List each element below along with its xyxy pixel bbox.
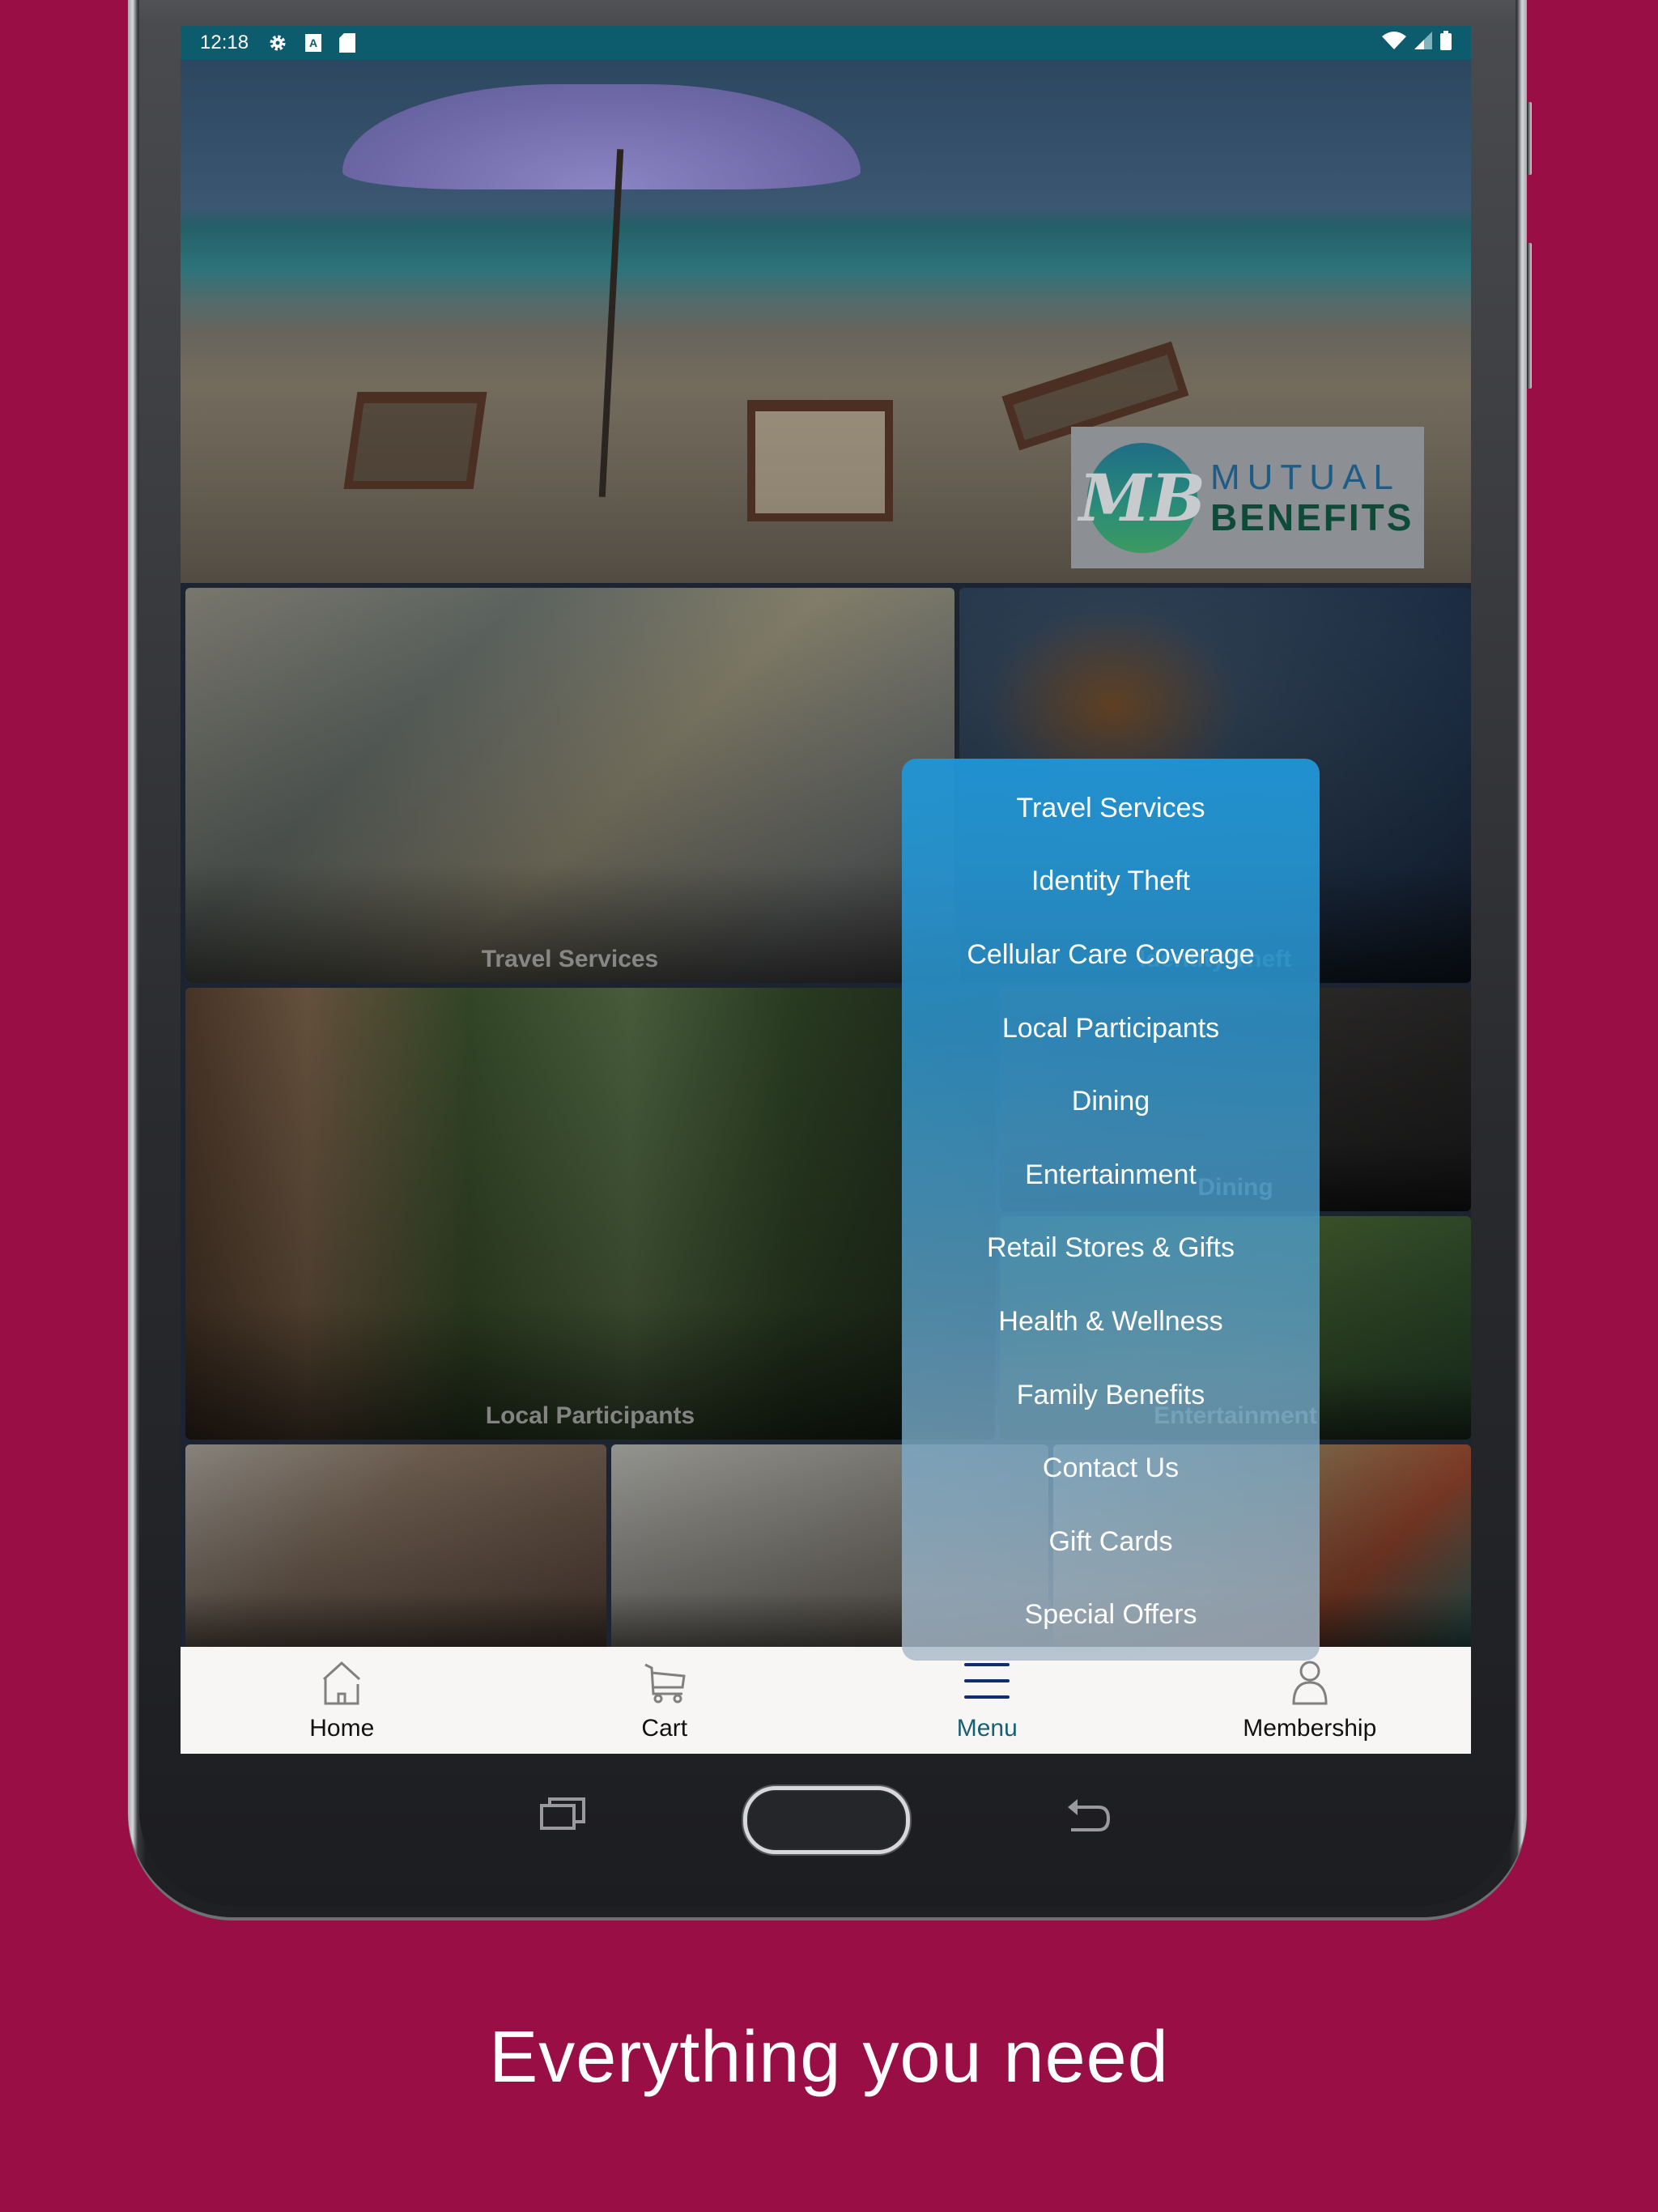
svg-text:A: A <box>309 36 317 49</box>
menu-list: Travel Services Identity Theft Cellular … <box>902 759 1320 1652</box>
logo-line-2: BENEFITS <box>1210 496 1414 538</box>
settings-gear-icon <box>268 33 287 53</box>
umbrella-pole <box>598 149 624 497</box>
status-bar: 12:18 A <box>181 26 1471 60</box>
menu-item-retail-stores-gifts[interactable]: Retail Stores & Gifts <box>902 1212 1320 1286</box>
beach-chair-image <box>747 400 893 521</box>
beach-umbrella-image <box>342 84 861 189</box>
home-hardware-button[interactable] <box>743 1786 910 1854</box>
menu-item-special-offers[interactable]: Special Offers <box>902 1579 1320 1653</box>
power-button <box>1527 243 1532 389</box>
mutual-benefits-logo: MB MUTUAL BENEFITS <box>1071 427 1424 568</box>
hero-banner: MB MUTUAL BENEFITS <box>181 60 1471 583</box>
cell-signal-icon <box>1414 31 1432 55</box>
volume-button <box>1527 102 1532 175</box>
tile-family-benefits[interactable] <box>185 1444 606 1655</box>
recent-apps-button[interactable] <box>538 1796 587 1831</box>
bottom-navigation-bar: Home Cart Menu Membership <box>181 1647 1471 1754</box>
menu-item-contact-us[interactable]: Contact Us <box>902 1431 1320 1505</box>
logo-line-1: MUTUAL <box>1210 457 1401 497</box>
wifi-icon <box>1382 31 1406 55</box>
menu-item-gift-cards[interactable]: Gift Cards <box>902 1505 1320 1579</box>
menu-item-family-benefits[interactable]: Family Benefits <box>902 1359 1320 1432</box>
tile-label: Local Participants <box>485 1402 695 1429</box>
home-icon <box>323 1661 361 1705</box>
menu-item-health-wellness[interactable]: Health & Wellness <box>902 1285 1320 1359</box>
back-button[interactable] <box>1065 1797 1112 1833</box>
sd-card-icon <box>339 33 356 53</box>
person-icon <box>1292 1661 1328 1705</box>
battery-icon <box>1440 30 1452 56</box>
main-content: MB MUTUAL BENEFITS Travel Services Ident… <box>181 60 1471 1661</box>
nav-cart-label: Cart <box>641 1715 688 1742</box>
tile-local-participants[interactable]: Local Participants <box>185 988 995 1440</box>
nav-cart[interactable]: Cart <box>504 1647 827 1754</box>
status-time: 12:18 <box>200 32 249 53</box>
nav-membership-label: Membership <box>1243 1715 1377 1742</box>
font-a-icon: A <box>305 34 322 52</box>
nav-home[interactable]: Home <box>181 1647 504 1754</box>
cart-icon <box>644 1663 686 1704</box>
menu-item-cellular-care-coverage[interactable]: Cellular Care Coverage <box>902 918 1320 992</box>
promo-caption: Everything you need <box>489 2017 1169 2098</box>
nav-menu-label: Menu <box>956 1715 1018 1742</box>
logo-monogram: MB <box>1079 442 1205 553</box>
tile-label: Travel Services <box>481 946 659 972</box>
menu-item-dining[interactable]: Dining <box>902 1065 1320 1138</box>
menu-item-entertainment[interactable]: Entertainment <box>902 1138 1320 1212</box>
hamburger-menu-icon <box>964 1663 1010 1699</box>
nav-menu[interactable]: Menu <box>826 1647 1149 1754</box>
tile-travel-services[interactable]: Travel Services <box>185 588 954 983</box>
menu-item-travel-services[interactable]: Travel Services <box>902 772 1320 845</box>
menu-item-identity-theft[interactable]: Identity Theft <box>902 845 1320 919</box>
nav-home-label: Home <box>309 1715 375 1742</box>
category-dropdown-menu: Travel Services Identity Theft Cellular … <box>902 759 1320 1661</box>
menu-item-local-participants[interactable]: Local Participants <box>902 992 1320 1066</box>
beach-chair-image <box>343 392 487 489</box>
nav-membership[interactable]: Membership <box>1149 1647 1472 1754</box>
app-screen: 12:18 A MB MUTUAL BENEFITS Travel Servic… <box>181 26 1471 1754</box>
